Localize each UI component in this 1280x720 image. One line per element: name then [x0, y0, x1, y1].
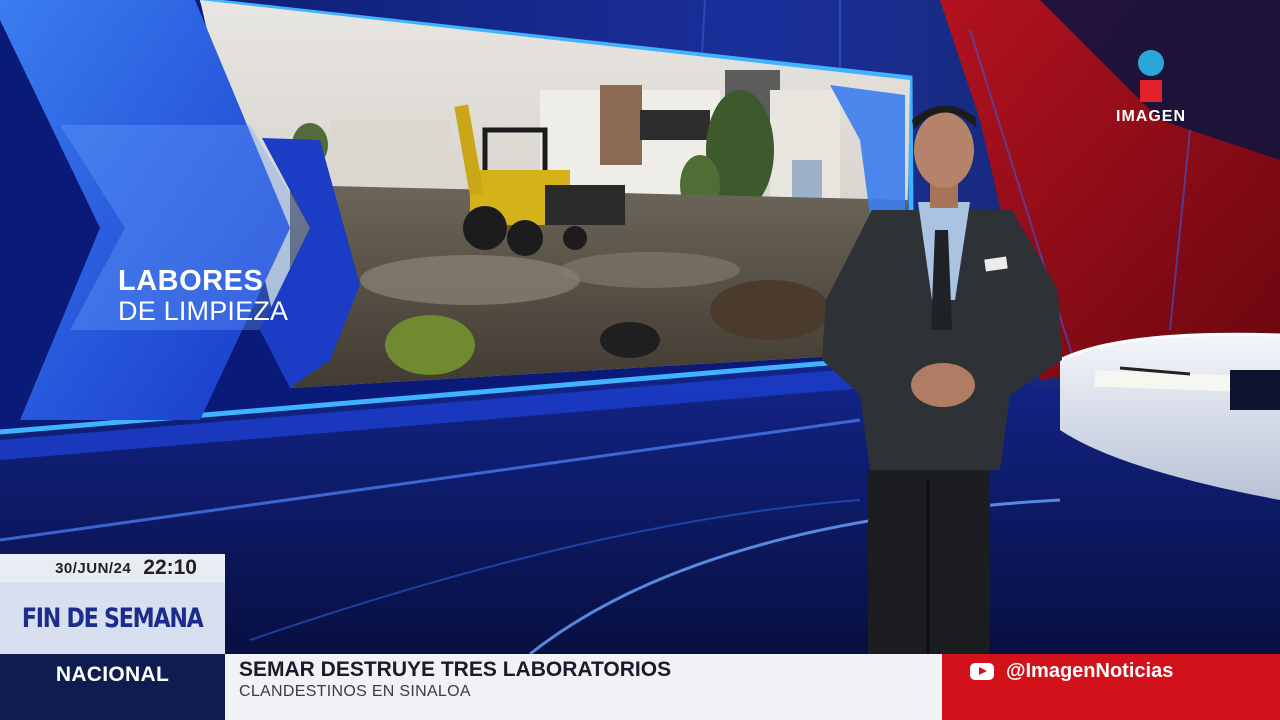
ticker-section-label: NACIONAL — [55, 663, 170, 686]
logo-square-icon — [1140, 80, 1162, 102]
ticker-section: NACIONAL — [0, 654, 225, 720]
channel-logo: IMAGEN — [1110, 50, 1192, 130]
youtube-icon — [970, 663, 994, 680]
show-name: FIN DE SEMANA — [22, 602, 204, 634]
logo-text: IMAGEN — [1116, 108, 1186, 125]
logo-dot-icon — [1138, 50, 1164, 76]
ticker-headline: SEMAR DESTRUYE TRES LABORATORIOS CLANDES… — [225, 654, 942, 720]
graphic-title-line2: DE LIMPIEZA — [118, 296, 289, 326]
datetime-box: 30/JUN/24 22:10 — [0, 554, 225, 582]
social-handle: @ImagenNoticias — [1006, 660, 1174, 682]
graphic-title: LABORES DE LIMPIEZA — [118, 266, 288, 326]
subheadline-text: CLANDESTINOS EN SINALOA — [239, 683, 471, 700]
graphic-title-line1: LABORES — [118, 265, 264, 297]
news-ticker: NACIONAL SEMAR DESTRUYE TRES LABORATORIO… — [0, 654, 1280, 720]
headline-text: SEMAR DESTRUYE TRES LABORATORIOS — [239, 658, 672, 681]
social-handle-box: @ImagenNoticias — [942, 654, 1280, 720]
time-label: 22:10 — [143, 556, 197, 579]
show-name-box: FIN DE SEMANA — [0, 582, 225, 654]
date-label: 30/JUN/24 — [55, 559, 132, 577]
